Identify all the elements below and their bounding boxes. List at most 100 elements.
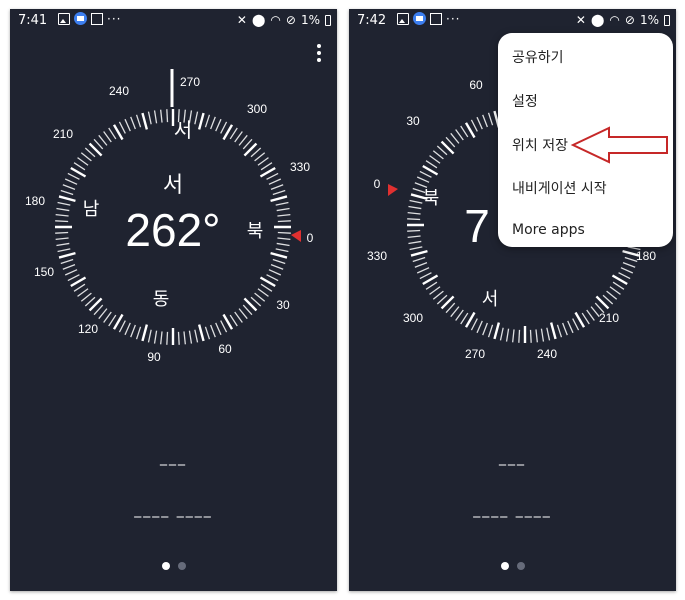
compass-tick [77,288,89,297]
degree-label: 60 [218,342,232,356]
compass-tick [215,322,222,336]
compass-tick [62,184,76,190]
compass-tick [234,131,243,143]
compass-tick [60,258,74,265]
compass-tick [275,201,289,206]
compass-tick [58,251,76,259]
compass-tick [166,109,169,123]
degree-label: 330 [290,160,310,174]
compass-tick [56,242,70,247]
compass-tick [276,242,290,247]
degree-label: 90 [147,350,161,364]
compass-tick [177,331,180,345]
compass-tick [272,189,286,196]
compass-tick [130,116,136,130]
compass-tick [118,121,126,134]
compass-tick [130,324,136,338]
degree-label: 150 [34,265,54,279]
compass-tick [55,214,69,217]
degree-label: 210 [53,127,73,141]
compass-tick [147,329,152,343]
compass-tick [215,118,222,132]
page-dot-1[interactable] [500,562,509,570]
page-dot-2[interactable] [177,562,186,570]
compass-tick [108,127,117,140]
compass-tick [260,162,273,171]
compass-tick [55,237,69,240]
compass-tick [98,134,108,146]
compass-tick [55,220,69,223]
compass-tick [197,112,205,130]
compass-tick [58,195,76,203]
compass-tick [55,231,69,234]
compass-tick [277,214,291,217]
degree-label: 240 [109,84,129,98]
compass-tick [229,127,238,140]
compass-tick [229,314,238,327]
compass-tick [67,172,80,180]
compass-tick [103,311,112,323]
compass-tick [108,314,117,327]
compass-tick [270,264,284,270]
compass-tick [135,114,142,128]
compass-tick [80,292,92,302]
compass-tick [60,189,74,196]
compass-tick [270,195,288,203]
ring-dir-bottom: 동 [153,289,170,309]
compass-tick [64,178,78,185]
compass-tick [67,274,80,282]
compass-tick [147,111,152,125]
compass-tick [250,296,262,307]
compass-tick [204,114,211,128]
degree-label: 120 [78,322,98,336]
compass-tick [220,121,228,134]
readout-line-1: ___ [499,450,526,466]
compass-tick [234,311,243,323]
compass-tick [141,112,149,130]
readout-line-2: ____ ____ [134,502,213,518]
compass-tick [62,264,76,270]
compass-tick [124,118,131,132]
compass-tick [84,147,96,158]
degree-label: 0 [307,231,314,245]
compass-tick [270,184,284,190]
ring-dir-left: 남 [83,199,100,219]
compass-tick [160,109,163,123]
compass-tick [242,304,253,316]
compass-tick [277,237,291,240]
phone-screen-right: 7:42 ··· ✕ ⬤ ◠ ⊘ 1% 북 서 7 60 30 0 330 300 270… [349,9,676,591]
readout-line-2: ____ ____ [473,502,552,518]
compass-tick [266,274,279,282]
compass-tick [56,207,70,212]
compass-tick [220,320,228,333]
north-marker [291,230,301,242]
left-arrow-icon [570,126,668,164]
compass-tick [57,248,71,253]
compass-tick [160,331,163,345]
compass-tick [188,330,193,344]
compass-tick [250,147,262,158]
compass-tick [277,220,291,223]
compass-tick [183,331,186,345]
compass-tick [77,157,89,166]
compass-tick [124,322,131,336]
compass-tick [268,178,282,185]
readout-line-1: ___ [160,450,187,466]
compass-tick [260,283,273,292]
compass-tick [257,288,269,297]
page-dot-1[interactable] [161,562,170,570]
page-indicator [161,562,186,570]
compass-tick [141,324,149,342]
ring-dir-right: 북 [247,221,264,241]
compass-tick [254,292,266,302]
degree-label: 30 [276,298,290,312]
compass-tick [204,326,211,340]
compass-tick [257,157,269,166]
degree-label: 300 [247,102,267,116]
compass-tick [135,326,142,340]
compass-tick [194,329,199,343]
compass-tick [118,320,126,333]
page-dot-2[interactable] [516,562,525,570]
compass-tick [153,330,158,344]
compass-tick [242,138,253,150]
